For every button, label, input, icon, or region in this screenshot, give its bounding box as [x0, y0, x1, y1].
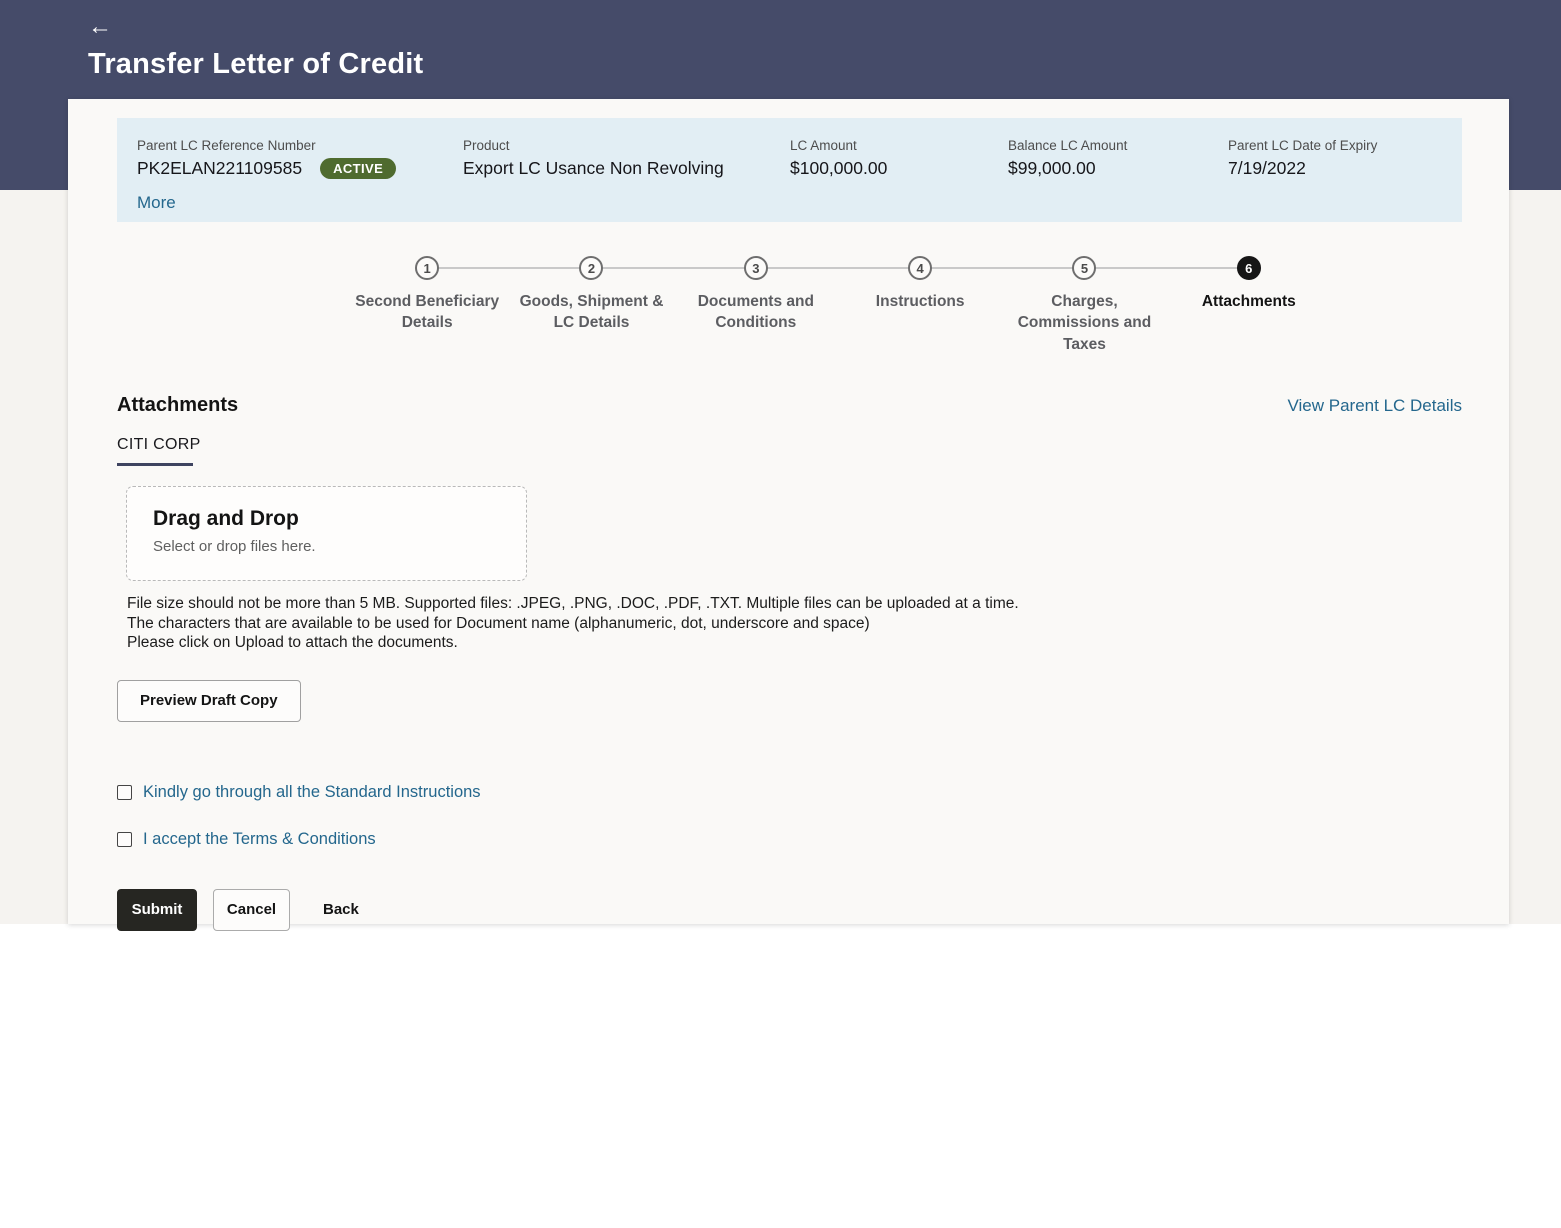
terms-conditions-row: I accept the Terms & Conditions: [117, 830, 1462, 849]
step-circle: 3: [743, 256, 768, 280]
acknowledgements: Kindly go through all the Standard Instr…: [117, 783, 1462, 849]
field-value: $100,000.00: [790, 158, 888, 178]
action-bar: Submit Cancel Back: [117, 888, 1462, 931]
tab-active-indicator: [117, 463, 193, 467]
step-label: Documents and Conditions: [697, 293, 814, 332]
step-second-beneficiary-details[interactable]: 1 Second Beneficiary Details: [345, 256, 509, 355]
progress-stepper: 1 Second Beneficiary Details 2 Goods, Sh…: [345, 256, 1331, 355]
field-product: Product Export LC Usance Non Revolving: [463, 138, 790, 179]
section-title: Attachments: [117, 394, 239, 417]
tab-citi-corp[interactable]: CITI CORP: [117, 436, 201, 467]
preview-draft-copy-button[interactable]: Preview Draft Copy: [117, 679, 301, 722]
dropzone-subtitle: Select or drop files here.: [153, 538, 316, 556]
step-circle: 4: [908, 256, 933, 280]
tab-label: CITI CORP: [117, 436, 201, 454]
back-nav-button[interactable]: Back: [323, 889, 359, 931]
standard-instructions-link[interactable]: Kindly go through all the Standard Instr…: [143, 783, 481, 802]
field-parent-lc-reference: Parent LC Reference Number PK2ELAN221109…: [137, 138, 463, 179]
file-dropzone[interactable]: Drag and Drop Select or drop files here.: [126, 486, 527, 582]
step-goods-shipment-lc-details[interactable]: 2 Goods, Shipment & LC Details: [509, 256, 673, 355]
field-value: Export LC Usance Non Revolving: [463, 158, 724, 178]
more-link[interactable]: More: [137, 193, 176, 213]
view-parent-lc-details-link[interactable]: View Parent LC Details: [1288, 396, 1463, 416]
field-label: Product: [463, 138, 510, 153]
upload-guidelines: File size should not be more than 5 MB. …: [127, 594, 1462, 653]
field-label: Parent LC Date of Expiry: [1228, 138, 1378, 153]
standard-instructions-row: Kindly go through all the Standard Instr…: [117, 783, 1462, 802]
status-badge: ACTIVE: [320, 158, 397, 179]
upload-guideline-line: File size should not be more than 5 MB. …: [127, 595, 1019, 613]
dropzone-title: Drag and Drop: [153, 507, 299, 531]
back-arrow-icon: ←: [88, 13, 112, 40]
cancel-button[interactable]: Cancel: [213, 888, 290, 931]
step-circle: 2: [579, 256, 604, 280]
page-title: Transfer Letter of Credit: [88, 48, 424, 80]
step-charges-commissions-taxes[interactable]: 5 Charges, Commissions and Taxes: [1002, 256, 1166, 355]
step-circle: 1: [415, 256, 440, 280]
upload-guideline-line: Please click on Upload to attach the doc…: [127, 634, 458, 652]
step-attachments[interactable]: 6 Attachments: [1167, 256, 1331, 355]
back-button[interactable]: ←: [88, 14, 112, 40]
step-documents-and-conditions[interactable]: 3 Documents and Conditions: [674, 256, 838, 355]
field-value: PK2ELAN221109585: [137, 158, 303, 178]
step-circle: 6: [1236, 256, 1261, 280]
parent-lc-summary-bar: Parent LC Reference Number PK2ELAN221109…: [117, 118, 1462, 222]
terms-conditions-checkbox[interactable]: [117, 831, 132, 847]
terms-conditions-link[interactable]: I accept the Terms & Conditions: [143, 830, 376, 849]
step-label: Charges, Commissions and Taxes: [1017, 293, 1152, 353]
summary-fields: Parent LC Reference Number PK2ELAN221109…: [137, 138, 1462, 179]
step-label: Goods, Shipment & LC Details: [519, 293, 664, 332]
field-value: $99,000.00: [1008, 158, 1096, 178]
step-label: Second Beneficiary Details: [355, 293, 500, 332]
submit-button[interactable]: Submit: [117, 888, 197, 931]
field-balance-lc-amount: Balance LC Amount $99,000.00: [1008, 138, 1228, 179]
field-label: LC Amount: [790, 138, 857, 153]
field-value: 7/19/2022: [1228, 158, 1306, 178]
upload-guideline-line: The characters that are available to be …: [127, 614, 870, 632]
field-lc-amount: LC Amount $100,000.00: [790, 138, 1008, 179]
standard-instructions-checkbox[interactable]: [117, 784, 132, 800]
field-label: Balance LC Amount: [1008, 138, 1128, 153]
page-header: ← Transfer Letter of Credit: [88, 0, 423, 81]
step-circle: 5: [1072, 256, 1097, 280]
step-label: Instructions: [875, 293, 965, 310]
field-parent-lc-expiry: Parent LC Date of Expiry 7/19/2022: [1228, 138, 1377, 179]
content-card: Parent LC Reference Number PK2ELAN221109…: [68, 99, 1509, 931]
step-instructions[interactable]: 4 Instructions: [838, 256, 1002, 355]
field-label: Parent LC Reference Number: [137, 138, 316, 153]
step-label: Attachments: [1201, 293, 1296, 310]
